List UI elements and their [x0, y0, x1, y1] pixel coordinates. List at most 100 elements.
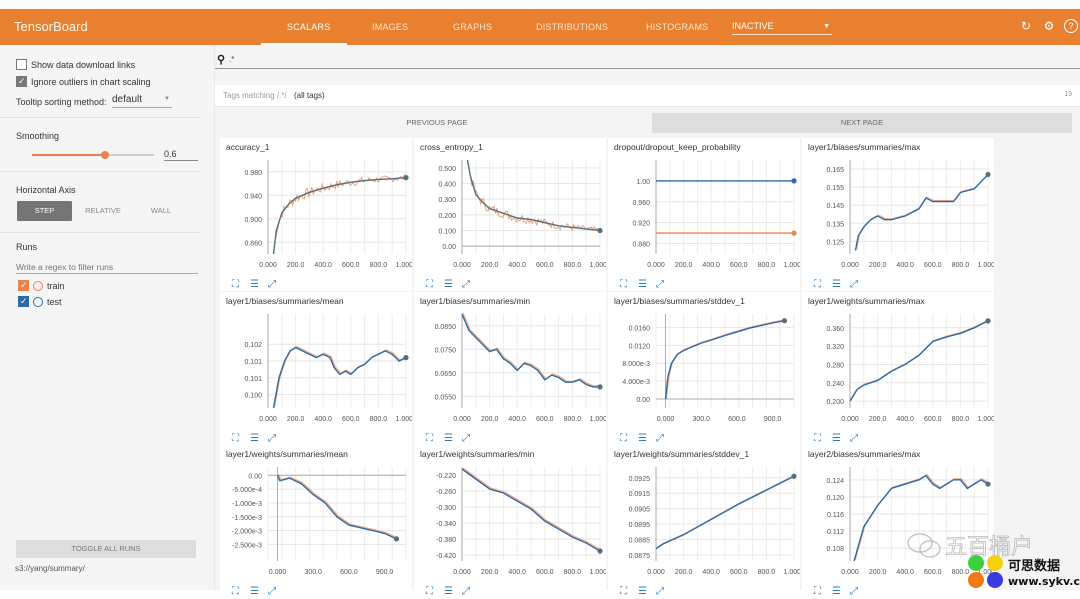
- axis-wall-button[interactable]: WALL: [135, 201, 187, 221]
- expand-icon[interactable]: ⛶: [620, 587, 630, 597]
- chart-plot[interactable]: 0.880 0.920 0.960 1.00 0.000 200.0 400.0 600.0 8…: [608, 154, 800, 272]
- toggle-log-scale-icon[interactable]: ☰: [444, 587, 454, 597]
- chart-toolbar: ⛶ ☰ ⤢: [814, 428, 868, 446]
- previous-page-button[interactable]: PREVIOUS PAGE: [222, 113, 652, 133]
- show-download-links-checkbox[interactable]: [16, 59, 27, 70]
- y-tick-label: 0.0875: [629, 553, 651, 560]
- tab-distributions[interactable]: DISTRIBUTIONS: [536, 22, 608, 32]
- x-tick-label: 900.0: [764, 416, 782, 423]
- fit-domain-icon[interactable]: ⤢: [462, 587, 472, 597]
- x-tick-label: 900.0: [376, 569, 394, 576]
- fit-domain-icon[interactable]: ⤢: [656, 280, 666, 290]
- tag-search-input[interactable]: .*: [229, 55, 234, 64]
- run-train-checkbox[interactable]: [18, 280, 29, 291]
- fit-domain-icon[interactable]: ⤢: [268, 280, 278, 290]
- x-tick-label: 0.000: [841, 262, 859, 269]
- fit-domain-icon[interactable]: ⤢: [850, 434, 860, 444]
- tab-scalars[interactable]: SCALARS: [287, 22, 330, 32]
- expand-icon[interactable]: ⛶: [232, 280, 242, 290]
- smoothing-slider-handle[interactable]: [101, 151, 110, 159]
- toggle-log-scale-icon[interactable]: ☰: [832, 434, 842, 444]
- fit-domain-icon[interactable]: ⤢: [462, 280, 472, 290]
- runs-filter-input[interactable]: [16, 260, 198, 274]
- tab-histograms[interactable]: HISTOGRAMS: [646, 22, 708, 32]
- x-tick-label: 600.0: [536, 569, 554, 576]
- toggle-log-scale-icon[interactable]: ☰: [444, 434, 454, 444]
- chart-plot[interactable]: 0.0875 0.0885 0.0895 0.0905 0.0915 0.0925 0.00…: [608, 461, 800, 579]
- toggle-log-scale-icon[interactable]: ☰: [250, 434, 260, 444]
- expand-icon[interactable]: ⛶: [232, 434, 242, 444]
- expand-icon[interactable]: ⛶: [620, 280, 630, 290]
- run-train-radio[interactable]: [33, 281, 43, 291]
- chart-plot[interactable]: 0.0550 0.0650 0.0750 0.0850 0.000 200.0 400.0 6…: [414, 308, 606, 426]
- run-test-radio[interactable]: [33, 297, 43, 307]
- x-tick-label: 300.0: [692, 416, 710, 423]
- refresh-icon[interactable]: ↻: [1019, 19, 1033, 33]
- toggle-all-runs-button[interactable]: TOGGLE ALL RUNS: [16, 540, 196, 558]
- run-test-checkbox[interactable]: [18, 296, 29, 307]
- chart-plot[interactable]: -2.500e-3 -2.000e-3 -1.500e-3 -1.000e-3 -5.0…: [220, 461, 412, 579]
- toggle-log-scale-icon[interactable]: ☰: [250, 587, 260, 597]
- chart-plot[interactable]: 0.00 4.000e-3 8.000e-3 0.0120 0.0160 0.000 300…: [608, 308, 800, 426]
- tab-images[interactable]: IMAGES: [372, 22, 408, 32]
- toggle-log-scale-icon[interactable]: ☰: [250, 280, 260, 290]
- tags-matching-suffix: (all tags): [294, 91, 325, 100]
- toggle-log-scale-icon[interactable]: ☰: [638, 280, 648, 290]
- toggle-log-scale-icon[interactable]: ☰: [832, 280, 842, 290]
- smoothing-slider[interactable]: [32, 151, 154, 159]
- x-tick-label: 400.0: [314, 262, 332, 269]
- settings-icon[interactable]: ⚙: [1042, 19, 1056, 33]
- tab-graphs[interactable]: GRAPHS: [453, 22, 492, 32]
- fit-domain-icon[interactable]: ⤢: [268, 587, 278, 597]
- y-tick-label: 0.101: [244, 359, 262, 366]
- chart-plot[interactable]: 0.100 0.101 0.101 0.102 0.000 200.0 400.0 600.0…: [220, 308, 412, 426]
- expand-icon[interactable]: ⛶: [426, 434, 436, 444]
- x-tick-label: 400.0: [702, 569, 720, 576]
- chart-plot[interactable]: -0.420 -0.380 -0.340 -0.300 -0.260 -0.220 0.00…: [414, 461, 606, 579]
- expand-icon[interactable]: ⛶: [426, 280, 436, 290]
- smoothing-value-input[interactable]: 0.6: [164, 149, 198, 161]
- y-tick-label: 0.120: [826, 495, 844, 502]
- wechat-icon: [907, 533, 941, 558]
- next-page-button[interactable]: NEXT PAGE: [652, 113, 1072, 133]
- toggle-log-scale-icon[interactable]: ☰: [638, 434, 648, 444]
- series-endpoint: [791, 473, 797, 479]
- series-endpoint: [403, 175, 409, 181]
- watermark-url: www.sykv.com: [1008, 575, 1080, 588]
- inactive-plugins-dropdown[interactable]: INACTIVE ▼: [732, 21, 832, 35]
- expand-icon[interactable]: ⛶: [232, 587, 242, 597]
- x-tick-label: 200.0: [869, 262, 887, 269]
- y-tick-label: 0.500: [438, 166, 456, 173]
- fit-domain-icon[interactable]: ⤢: [462, 434, 472, 444]
- expand-icon[interactable]: ⛶: [814, 280, 824, 290]
- expand-icon[interactable]: ⛶: [814, 587, 824, 597]
- fit-domain-icon[interactable]: ⤢: [850, 587, 860, 597]
- chart-plot[interactable]: 0.125 0.135 0.145 0.155 0.165 0.000 200.0 400.0…: [802, 154, 994, 272]
- series-line-train: [665, 319, 786, 399]
- chart-plot[interactable]: 0.860 0.900 0.940 0.980 0.000 200.0 400.0 600.0…: [220, 154, 412, 272]
- tooltip-sorting-dropdown[interactable]: default ▼: [112, 94, 172, 108]
- x-tick-label: 1.000k: [589, 262, 606, 269]
- expand-icon[interactable]: ⛶: [426, 587, 436, 597]
- expand-icon[interactable]: ⛶: [620, 434, 630, 444]
- ignore-outliers-checkbox[interactable]: [16, 76, 27, 87]
- fit-domain-icon[interactable]: ⤢: [656, 434, 666, 444]
- toggle-log-scale-icon[interactable]: ☰: [832, 587, 842, 597]
- axis-step-button[interactable]: STEP: [17, 201, 72, 221]
- fit-domain-icon[interactable]: ⤢: [268, 434, 278, 444]
- chart-plot[interactable]: 0.200 0.240 0.280 0.320 0.360 0.000 200.0 400.0…: [802, 308, 994, 426]
- x-tick-label: 200.0: [481, 262, 499, 269]
- tag-search-bar[interactable]: ⚲ .*: [215, 53, 1080, 69]
- expand-icon[interactable]: ⛶: [814, 434, 824, 444]
- help-icon[interactable]: ?: [1064, 19, 1078, 33]
- y-tick-label: -2.500e-3: [232, 542, 262, 549]
- fit-domain-icon[interactable]: ⤢: [656, 587, 666, 597]
- chart-plot[interactable]: 0.00 0.100 0.200 0.300 0.400 0.500 0.000 200.0 4…: [414, 154, 606, 272]
- toggle-log-scale-icon[interactable]: ☰: [444, 280, 454, 290]
- divider: [0, 232, 200, 233]
- axis-relative-button[interactable]: RELATIVE: [77, 201, 129, 221]
- chart-card: accuracy_1 0.860 0.900 0.940 0.980 0.000 200.0…: [220, 138, 412, 291]
- x-tick-label: 600.0: [924, 416, 942, 423]
- fit-domain-icon[interactable]: ⤢: [850, 280, 860, 290]
- toggle-log-scale-icon[interactable]: ☰: [638, 587, 648, 597]
